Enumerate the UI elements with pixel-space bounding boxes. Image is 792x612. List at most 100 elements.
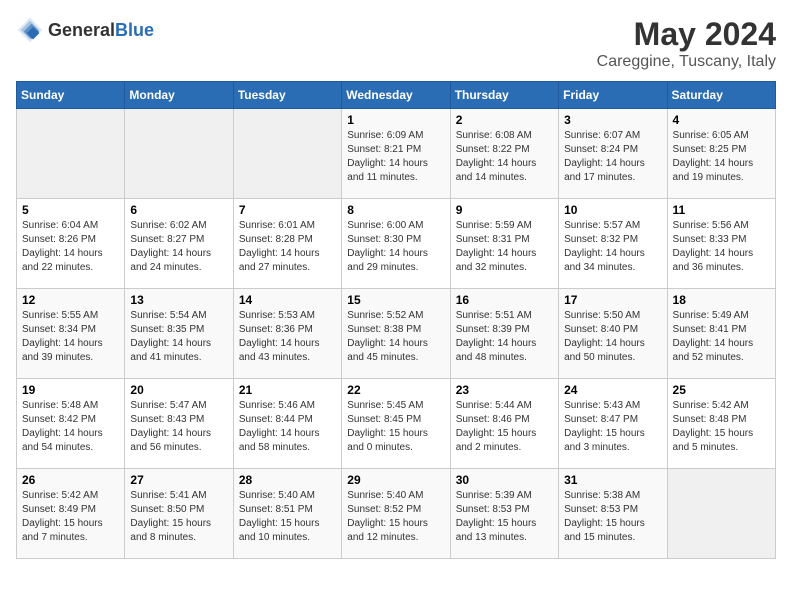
weekday-header-row: SundayMondayTuesdayWednesdayThursdayFrid…	[17, 82, 776, 109]
day-number: 1	[347, 113, 444, 127]
calendar-cell	[233, 109, 341, 199]
day-info: Sunrise: 5:47 AM Sunset: 8:43 PM Dayligh…	[130, 399, 227, 455]
day-info: Sunrise: 5:42 AM Sunset: 8:49 PM Dayligh…	[22, 489, 119, 545]
day-number: 21	[239, 383, 336, 397]
logo-text: GeneralBlue	[48, 20, 154, 41]
day-info: Sunrise: 5:56 AM Sunset: 8:33 PM Dayligh…	[673, 219, 770, 275]
day-info: Sunrise: 5:49 AM Sunset: 8:41 PM Dayligh…	[673, 309, 770, 365]
calendar-cell	[17, 109, 125, 199]
day-number: 27	[130, 473, 227, 487]
day-number: 26	[22, 473, 119, 487]
calendar-week-row: 12 Sunrise: 5:55 AM Sunset: 8:34 PM Dayli…	[17, 289, 776, 379]
calendar-cell: 13Sunrise: 5:54 AM Sunset: 8:35 PM Dayli…	[125, 289, 233, 379]
calendar-cell: 19 Sunrise: 5:48 AM Sunset: 8:42 PM Dayli…	[17, 379, 125, 469]
calendar-cell	[125, 109, 233, 199]
weekday-header-cell: Monday	[125, 82, 233, 109]
calendar-cell: 11 Sunrise: 5:56 AM Sunset: 8:33 PM Dayli…	[667, 199, 775, 289]
calendar-cell: 4 Sunrise: 6:05 AM Sunset: 8:25 PM Daylig…	[667, 109, 775, 199]
calendar-cell: 25 Sunrise: 5:42 AM Sunset: 8:48 PM Dayli…	[667, 379, 775, 469]
page-header: GeneralBlue May 2024 Careggine, Tuscany,…	[16, 16, 776, 71]
day-number: 22	[347, 383, 444, 397]
calendar-cell: 20Sunrise: 5:47 AM Sunset: 8:43 PM Dayli…	[125, 379, 233, 469]
logo: GeneralBlue	[16, 16, 154, 44]
day-number: 4	[673, 113, 770, 127]
day-info: Sunrise: 6:02 AM Sunset: 8:27 PM Dayligh…	[130, 219, 227, 275]
calendar-cell: 22 Sunrise: 5:45 AM Sunset: 8:45 PM Dayli…	[342, 379, 450, 469]
day-number: 8	[347, 203, 444, 217]
calendar-cell: 9 Sunrise: 5:59 AM Sunset: 8:31 PM Daylig…	[450, 199, 558, 289]
calendar-cell: 26 Sunrise: 5:42 AM Sunset: 8:49 PM Dayli…	[17, 469, 125, 559]
day-number: 18	[673, 293, 770, 307]
day-info: Sunrise: 6:05 AM Sunset: 8:25 PM Dayligh…	[673, 129, 770, 185]
calendar-body: 1 Sunrise: 6:09 AM Sunset: 8:21 PM Daylig…	[17, 109, 776, 559]
day-info: Sunrise: 5:44 AM Sunset: 8:46 PM Dayligh…	[456, 399, 553, 455]
calendar-cell: 24Sunrise: 5:43 AM Sunset: 8:47 PM Dayli…	[559, 379, 667, 469]
day-info: Sunrise: 5:59 AM Sunset: 8:31 PM Dayligh…	[456, 219, 553, 275]
logo-general: General	[48, 20, 115, 40]
calendar-cell: 14 Sunrise: 5:53 AM Sunset: 8:36 PM Dayli…	[233, 289, 341, 379]
day-number: 12	[22, 293, 119, 307]
day-info: Sunrise: 5:46 AM Sunset: 8:44 PM Dayligh…	[239, 399, 336, 455]
weekday-header-cell: Tuesday	[233, 82, 341, 109]
calendar-week-row: 1 Sunrise: 6:09 AM Sunset: 8:21 PM Daylig…	[17, 109, 776, 199]
day-info: Sunrise: 6:09 AM Sunset: 8:21 PM Dayligh…	[347, 129, 444, 185]
day-info: Sunrise: 5:53 AM Sunset: 8:36 PM Dayligh…	[239, 309, 336, 365]
calendar-cell: 23 Sunrise: 5:44 AM Sunset: 8:46 PM Dayli…	[450, 379, 558, 469]
day-info: Sunrise: 6:07 AM Sunset: 8:24 PM Dayligh…	[564, 129, 661, 185]
day-info: Sunrise: 5:55 AM Sunset: 8:34 PM Dayligh…	[22, 309, 119, 365]
weekday-header-cell: Wednesday	[342, 82, 450, 109]
day-number: 11	[673, 203, 770, 217]
calendar-cell: 16Sunrise: 5:51 AM Sunset: 8:39 PM Dayli…	[450, 289, 558, 379]
calendar-cell: 18 Sunrise: 5:49 AM Sunset: 8:41 PM Dayli…	[667, 289, 775, 379]
day-info: Sunrise: 5:39 AM Sunset: 8:53 PM Dayligh…	[456, 489, 553, 545]
day-number: 17	[564, 293, 661, 307]
calendar-cell: 10Sunrise: 5:57 AM Sunset: 8:32 PM Dayli…	[559, 199, 667, 289]
day-info: Sunrise: 5:51 AM Sunset: 8:39 PM Dayligh…	[456, 309, 553, 365]
calendar-cell: 2Sunrise: 6:08 AM Sunset: 8:22 PM Daylig…	[450, 109, 558, 199]
weekday-header-cell: Friday	[559, 82, 667, 109]
calendar-cell: 7Sunrise: 6:01 AM Sunset: 8:28 PM Daylig…	[233, 199, 341, 289]
calendar-cell: 17 Sunrise: 5:50 AM Sunset: 8:40 PM Dayli…	[559, 289, 667, 379]
day-number: 23	[456, 383, 553, 397]
day-number: 28	[239, 473, 336, 487]
day-info: Sunrise: 5:57 AM Sunset: 8:32 PM Dayligh…	[564, 219, 661, 275]
day-number: 7	[239, 203, 336, 217]
calendar-cell: 29 Sunrise: 5:40 AM Sunset: 8:52 PM Dayli…	[342, 469, 450, 559]
calendar-cell: 28 Sunrise: 5:40 AM Sunset: 8:51 PM Dayli…	[233, 469, 341, 559]
calendar-cell: 3 Sunrise: 6:07 AM Sunset: 8:24 PM Daylig…	[559, 109, 667, 199]
day-info: Sunrise: 5:52 AM Sunset: 8:38 PM Dayligh…	[347, 309, 444, 365]
weekday-header-cell: Saturday	[667, 82, 775, 109]
day-info: Sunrise: 5:40 AM Sunset: 8:52 PM Dayligh…	[347, 489, 444, 545]
day-info: Sunrise: 5:42 AM Sunset: 8:48 PM Dayligh…	[673, 399, 770, 455]
day-info: Sunrise: 5:45 AM Sunset: 8:45 PM Dayligh…	[347, 399, 444, 455]
day-info: Sunrise: 5:43 AM Sunset: 8:47 PM Dayligh…	[564, 399, 661, 455]
calendar-cell	[667, 469, 775, 559]
day-number: 3	[564, 113, 661, 127]
calendar-cell: 6Sunrise: 6:02 AM Sunset: 8:27 PM Daylig…	[125, 199, 233, 289]
day-info: Sunrise: 6:04 AM Sunset: 8:26 PM Dayligh…	[22, 219, 119, 275]
calendar-cell: 12 Sunrise: 5:55 AM Sunset: 8:34 PM Dayli…	[17, 289, 125, 379]
day-info: Sunrise: 5:48 AM Sunset: 8:42 PM Dayligh…	[22, 399, 119, 455]
day-number: 25	[673, 383, 770, 397]
calendar-table: SundayMondayTuesdayWednesdayThursdayFrid…	[16, 81, 776, 559]
calendar-week-row: 26 Sunrise: 5:42 AM Sunset: 8:49 PM Dayli…	[17, 469, 776, 559]
day-info: Sunrise: 6:00 AM Sunset: 8:30 PM Dayligh…	[347, 219, 444, 275]
day-number: 15	[347, 293, 444, 307]
day-number: 5	[22, 203, 119, 217]
day-number: 30	[456, 473, 553, 487]
calendar-week-row: 19 Sunrise: 5:48 AM Sunset: 8:42 PM Dayli…	[17, 379, 776, 469]
weekday-header-cell: Sunday	[17, 82, 125, 109]
day-number: 14	[239, 293, 336, 307]
day-number: 31	[564, 473, 661, 487]
day-info: Sunrise: 5:40 AM Sunset: 8:51 PM Dayligh…	[239, 489, 336, 545]
calendar-cell: 1 Sunrise: 6:09 AM Sunset: 8:21 PM Daylig…	[342, 109, 450, 199]
calendar-cell: 31Sunrise: 5:38 AM Sunset: 8:53 PM Dayli…	[559, 469, 667, 559]
title-block: May 2024 Careggine, Tuscany, Italy	[597, 16, 776, 71]
day-number: 19	[22, 383, 119, 397]
calendar-cell: 5 Sunrise: 6:04 AM Sunset: 8:26 PM Daylig…	[17, 199, 125, 289]
day-number: 9	[456, 203, 553, 217]
day-info: Sunrise: 5:50 AM Sunset: 8:40 PM Dayligh…	[564, 309, 661, 365]
day-info: Sunrise: 5:41 AM Sunset: 8:50 PM Dayligh…	[130, 489, 227, 545]
day-number: 13	[130, 293, 227, 307]
day-number: 29	[347, 473, 444, 487]
